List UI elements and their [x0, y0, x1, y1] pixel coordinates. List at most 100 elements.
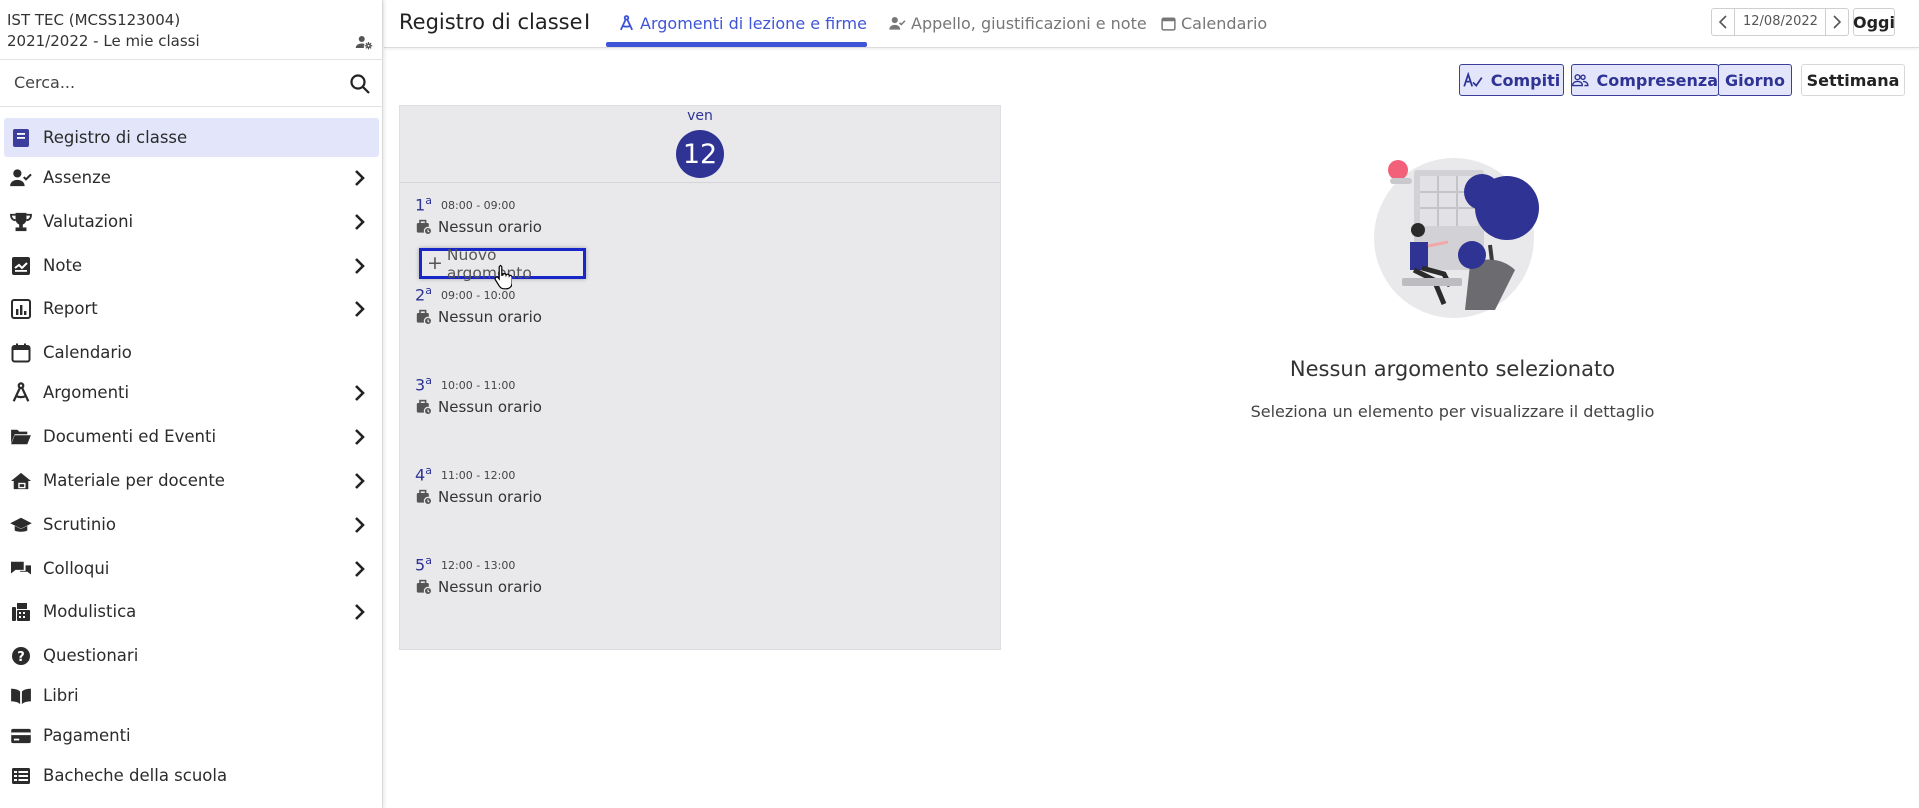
sidebar-item-label: Bacheche della scuola — [43, 766, 228, 785]
hand-cursor-icon — [494, 264, 512, 290]
sidebar-item-assenze[interactable]: Assenze — [4, 158, 379, 197]
credit-card-icon — [10, 725, 32, 747]
graduation-cap-icon — [10, 514, 32, 536]
sidebar-item-bacheche-della-scuola[interactable]: Bacheche della scuola — [4, 756, 379, 795]
chevron-right-icon — [1833, 15, 1842, 29]
sidebar-item-label: Libri — [43, 686, 79, 705]
date-navigator: 12/08/2022 Oggi — [1711, 8, 1895, 36]
title-separator: I — [584, 10, 591, 34]
next-day-button[interactable] — [1826, 9, 1848, 35]
hour-number: 5a — [415, 554, 432, 575]
sidebar-item-modulistica[interactable]: Modulistica — [4, 592, 379, 631]
sidebar-item-argomenti[interactable]: Argomenti — [4, 373, 379, 412]
tab-calendario[interactable]: Calendario — [1161, 12, 1267, 34]
sidebar-item-questionari[interactable]: ? Questionari — [4, 636, 379, 675]
report-icon — [10, 298, 32, 320]
briefcase-clock-icon — [416, 309, 432, 325]
tab-label: Argomenti di lezione e firme — [640, 13, 867, 33]
hour-number: 3a — [415, 374, 432, 395]
sidebar-item-label: Modulistica — [43, 602, 137, 621]
sidebar-item-documenti-ed-eventi[interactable]: Documenti ed Eventi — [4, 417, 379, 456]
sidebar-item-libri[interactable]: Libri — [4, 676, 379, 715]
assignment-icon — [1463, 72, 1483, 87]
chevron-right-icon — [349, 299, 369, 319]
hour-status: Nessun orario — [416, 398, 542, 416]
sidebar-item-label: Argomenti — [43, 383, 130, 402]
compiti-button[interactable]: Compiti — [1459, 64, 1564, 96]
sidebar-item-label: Documenti ed Eventi — [43, 427, 217, 446]
school-year: 2021/2022 - Le mie classi — [7, 32, 200, 50]
search-box — [0, 62, 383, 106]
chevron-left-icon — [1718, 15, 1727, 29]
compass-icon — [619, 14, 634, 30]
tab-appello-giustificazioni-e-note[interactable]: Appello, giustificazioni e note — [889, 12, 1147, 34]
empty-state-subtitle: Seleziona un elemento per visualizzare i… — [1250, 402, 1655, 421]
today-button[interactable]: Oggi — [1853, 8, 1895, 36]
new-topic-label: Nuovo argomento — [446, 245, 532, 282]
empty-state-title: Nessun argomento selezionato — [1289, 357, 1616, 381]
tab-argomenti-di-lezione-e-firme[interactable]: Argomenti di lezione e firme — [618, 12, 867, 34]
giorno-button[interactable]: Giorno — [1718, 64, 1792, 96]
sidebar-item-pagamenti[interactable]: Pagamenti — [4, 716, 379, 755]
date-picker: 12/08/2022 — [1711, 8, 1849, 36]
chevron-right-icon — [349, 212, 369, 232]
sidebar-item-label: Questionari — [43, 646, 139, 665]
search-input[interactable] — [14, 73, 334, 92]
hour-number: 4a — [415, 464, 432, 485]
fax-icon — [10, 601, 32, 623]
sidebar-item-colloqui[interactable]: Colloqui — [4, 549, 379, 588]
chevron-right-icon — [349, 515, 369, 535]
calendar-icon — [1161, 17, 1176, 31]
school-name: IST TEC (MCSS123004) — [7, 11, 181, 29]
date-field[interactable]: 12/08/2022 — [1734, 9, 1826, 35]
book-icon — [10, 127, 32, 149]
sidebar-item-valutazioni[interactable]: Valutazioni — [4, 202, 379, 241]
school-info: IST TEC (MCSS123004) 2021/2022 - Le mie … — [7, 10, 200, 52]
sidebar-item-note[interactable]: Note — [4, 246, 379, 285]
chevron-right-icon — [349, 383, 369, 403]
sidebar-item-label: Colloqui — [43, 559, 110, 578]
empty-state-illustration — [1374, 158, 1539, 318]
chevron-right-icon — [349, 602, 369, 622]
hour-time: 11:00 - 12:00 — [441, 469, 516, 482]
calendar-icon — [10, 342, 32, 364]
hour-time: 12:00 - 13:00 — [441, 559, 516, 572]
sidebar-item-report[interactable]: Report — [4, 289, 379, 328]
sidebar-item-label: Materiale per docente — [43, 471, 225, 490]
sidebar-item-label: Report — [43, 299, 98, 318]
sidebar-item-label: Valutazioni — [43, 212, 134, 231]
folder-open-icon — [10, 426, 32, 448]
compiti-label: Compiti — [1490, 70, 1561, 90]
hour-time: 09:00 - 10:00 — [441, 289, 516, 302]
chevron-right-icon — [349, 427, 369, 447]
sidebar-item-label: Registro di classe — [43, 128, 188, 147]
briefcase-clock-icon — [416, 399, 432, 415]
day-header: ven 12 — [400, 106, 1000, 183]
tab-label: Calendario — [1181, 13, 1268, 33]
tab-label: Appello, giustificazioni e note — [911, 13, 1147, 33]
chevron-right-icon — [349, 471, 369, 491]
open-book-icon — [10, 685, 32, 707]
sidebar-item-materiale-per-docente[interactable]: Materiale per docente — [4, 461, 379, 500]
search-icon[interactable] — [348, 72, 372, 96]
hour-status: Nessun orario — [416, 218, 542, 236]
active-tab-indicator — [606, 42, 867, 47]
sidebar-item-registro-di-classe[interactable]: Registro di classe — [4, 118, 379, 157]
sidebar-item-scrutinio[interactable]: Scrutinio — [4, 505, 379, 544]
divider — [0, 59, 383, 60]
home-book-icon — [10, 470, 32, 492]
hour-status: Nessun orario — [416, 578, 542, 596]
user-settings-icon[interactable] — [355, 33, 373, 51]
previous-day-button[interactable] — [1712, 9, 1734, 35]
hour-number: 2a — [415, 284, 432, 305]
trophy-icon — [10, 211, 32, 233]
sidebar-item-calendario[interactable]: Calendario — [4, 333, 379, 372]
settimana-button[interactable]: Settimana — [1801, 64, 1905, 96]
day-number-badge: 12 — [676, 130, 724, 178]
users-icon — [1572, 74, 1589, 87]
sidebar-item-label: Pagamenti — [43, 726, 131, 745]
compresenza-label: Compresenza — [1596, 70, 1718, 90]
sidebar-item-label: Calendario — [43, 343, 132, 362]
plus-icon: + — [427, 252, 443, 274]
compresenza-button[interactable]: Compresenza — [1571, 64, 1719, 96]
